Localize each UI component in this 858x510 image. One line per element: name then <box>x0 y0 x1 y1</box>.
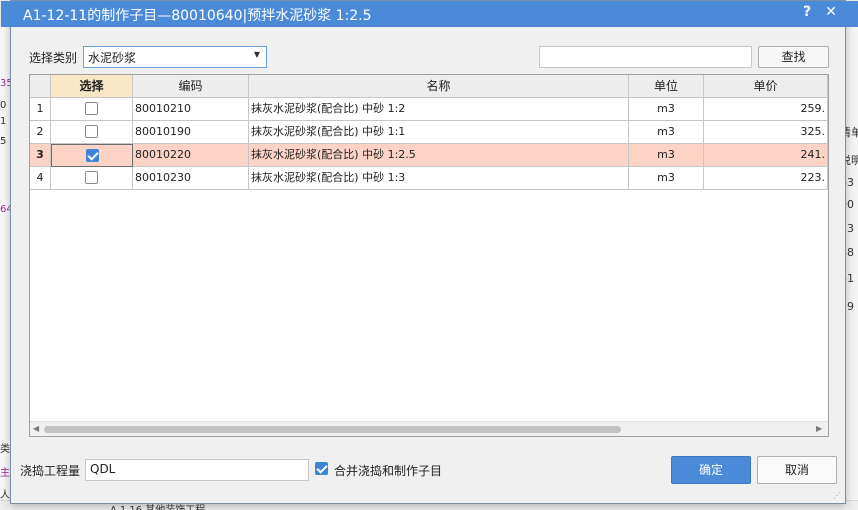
row-number: 3 <box>30 144 51 167</box>
bg-fragment: 人 <box>0 490 10 501</box>
row-select-cell[interactable] <box>51 167 133 190</box>
category-value: 水泥砂浆 <box>88 51 137 65</box>
search-button[interactable]: 查找 <box>758 46 829 68</box>
row-select-cell[interactable] <box>51 121 133 144</box>
table-row[interactable]: 4 80010230 抹灰水泥砂浆(配合比) 中砂 1:3 m3 223. <box>30 167 828 190</box>
header-code[interactable]: 编码 <box>133 75 249 98</box>
close-icon[interactable]: ✕ <box>823 4 839 22</box>
scrollbar-thumb[interactable] <box>44 426 621 433</box>
scroll-right-icon[interactable]: ▶ <box>816 424 822 433</box>
row-price: 325. <box>704 121 828 144</box>
row-checkbox[interactable] <box>85 148 99 162</box>
row-code: 80010230 <box>133 167 249 190</box>
merge-checkbox[interactable] <box>315 462 328 475</box>
bg-fragment: 0 <box>0 100 7 111</box>
row-unit: m3 <box>629 98 704 121</box>
table-row[interactable]: 1 80010210 抹灰水泥砂浆(配合比) 中砂 1:2 m3 259. <box>30 98 828 121</box>
merge-checkbox-label[interactable]: 合并浇捣和制作子目 <box>334 462 442 479</box>
row-name: 抹灰水泥砂浆(配合比) 中砂 1:2 <box>249 98 629 121</box>
table-row-selected[interactable]: 3 80010220 抹灰水泥砂浆(配合比) 中砂 1:2.5 m3 241. <box>30 144 828 167</box>
row-number: 1 <box>30 98 51 121</box>
row-checkbox[interactable] <box>85 101 98 115</box>
row-name: 抹灰水泥砂浆(配合比) 中砂 1:2.5 <box>249 144 629 167</box>
row-select-cell[interactable] <box>51 98 133 121</box>
chevron-down-icon: ▼ <box>253 50 260 59</box>
header-unit[interactable]: 单位 <box>629 75 704 98</box>
resize-grip-icon[interactable]: ⋰ <box>833 491 843 501</box>
row-checkbox[interactable] <box>85 124 98 138</box>
scroll-left-icon[interactable]: ◀ <box>33 424 39 433</box>
horizontal-scrollbar[interactable]: ◀ ▶ <box>30 421 828 436</box>
ok-button[interactable]: 确定 <box>671 456 751 484</box>
header-price[interactable]: 单价 <box>704 75 828 98</box>
merge-checkbox-wrap[interactable] <box>315 462 328 476</box>
row-number: 2 <box>30 121 51 144</box>
row-number: 4 <box>30 167 51 190</box>
pour-quantity-input[interactable]: QDL <box>85 459 309 481</box>
header-name[interactable]: 名称 <box>249 75 629 98</box>
row-unit: m3 <box>629 121 704 144</box>
row-code: 80010190 <box>133 121 249 144</box>
row-name: 抹灰水泥砂浆(配合比) 中砂 1:3 <box>249 167 629 190</box>
row-price: 259. <box>704 98 828 121</box>
row-code: 80010210 <box>133 98 249 121</box>
grid-header: 选择 编码 名称 单位 单价 <box>30 75 828 98</box>
header-rownum <box>30 75 51 98</box>
dialog-title: A1-12-11的制作子目—80010640|预拌水泥砂浆 1:2.5 <box>23 8 372 24</box>
help-button[interactable]: ? <box>799 4 815 22</box>
row-checkbox[interactable] <box>85 170 98 184</box>
row-select-cell[interactable] <box>51 144 133 167</box>
pour-quantity-label: 浇捣工程量 <box>20 464 81 478</box>
row-unit: m3 <box>629 144 704 167</box>
search-input[interactable] <box>539 46 752 68</box>
row-name: 抹灰水泥砂浆(配合比) 中砂 1:1 <box>249 121 629 144</box>
bg-fragment: 主 <box>0 468 10 479</box>
dialog-titlebar[interactable]: A1-12-11的制作子目—80010640|预拌水泥砂浆 1:2.5 ? ✕ <box>1 1 858 27</box>
row-unit: m3 <box>629 167 704 190</box>
row-price: 223. <box>704 167 828 190</box>
category-label: 选择类别 <box>29 51 78 65</box>
material-grid: 选择 编码 名称 单位 单价 1 80010210 抹灰水泥砂浆(配合比) 中砂… <box>29 74 829 437</box>
row-price: 241. <box>704 144 828 167</box>
table-row[interactable]: 2 80010190 抹灰水泥砂浆(配合比) 中砂 1:1 m3 325. <box>30 121 828 144</box>
header-select[interactable]: 选择 <box>51 75 133 98</box>
bg-fragment: 1 <box>0 116 7 127</box>
bg-fragment: 5 <box>0 136 7 147</box>
row-code: 80010220 <box>133 144 249 167</box>
cancel-button[interactable]: 取消 <box>757 456 837 484</box>
make-subitem-dialog: A1-12-11的制作子目—80010640|预拌水泥砂浆 1:2.5 ? ✕ … <box>1 0 858 504</box>
bg-fragment: 类 <box>0 444 10 455</box>
category-dropdown[interactable]: 水泥砂浆 ▼ <box>83 46 267 68</box>
